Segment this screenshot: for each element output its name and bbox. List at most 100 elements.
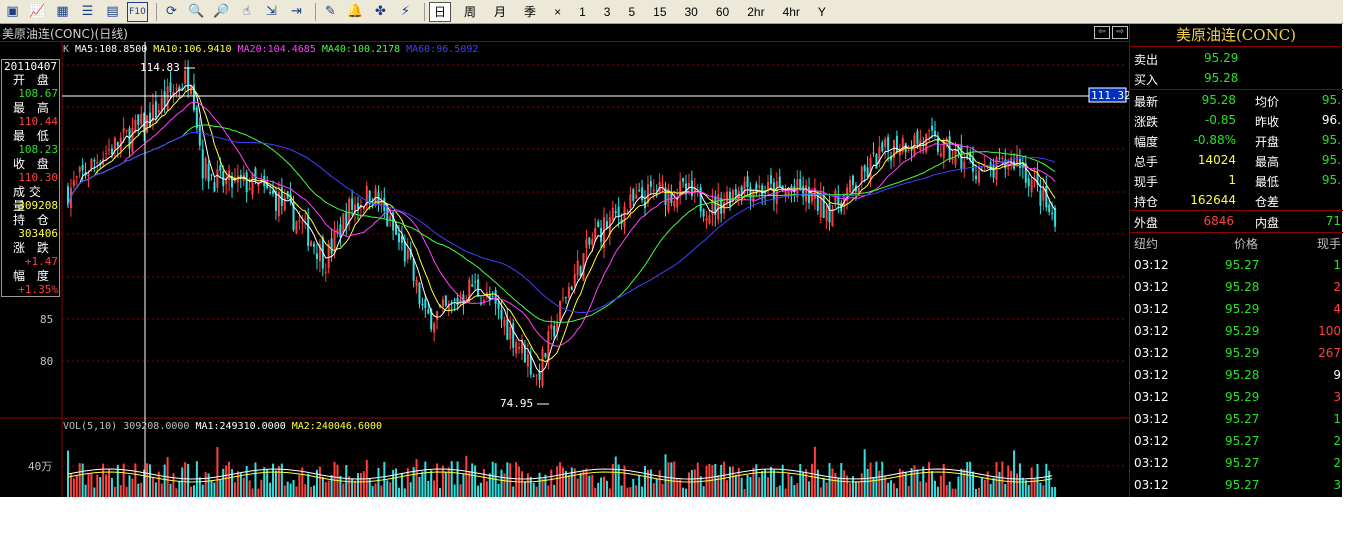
trade-volume: 2 [1333,280,1341,294]
candle-body [146,115,149,133]
volume-bar [963,469,966,497]
volume-bar [471,463,474,497]
period-8[interactable]: 15 [648,2,671,22]
trade-row: 03:12 95.29 100 [1130,320,1343,342]
period-6[interactable]: 3 [599,2,616,22]
zoom-in-icon[interactable]: 🔍 [186,2,207,22]
kline-chart-panel[interactable]: 111.32 85 80 40万 114.83 74.95 美原油连(CONC)(日线) … [0,24,1129,497]
volume-bar [966,462,969,497]
volume-bar [479,482,482,497]
candle-body [113,137,116,150]
volume-bar [128,475,131,497]
period-4[interactable]: × [549,2,566,22]
volume-bar [330,475,333,497]
grid-chart-icon[interactable]: ▦ [52,2,73,22]
candle-body [427,309,430,314]
volume-bar [992,477,995,497]
period-3[interactable]: 季 [519,2,541,22]
volume-bar [939,475,942,497]
candle-body [907,150,910,152]
volume-bar [207,473,210,497]
info-label: 收 盘 [13,157,53,171]
volume-bar [427,480,430,497]
period-1[interactable]: 周 [459,2,481,22]
volume-bar [149,464,152,497]
indicator-icon[interactable]: ✤ [370,2,391,22]
candle-body [116,142,119,146]
alert-bell-icon[interactable]: 🔔 [345,2,366,22]
candle-body [333,230,336,250]
period-2[interactable]: 月 [489,2,511,22]
period-0[interactable]: 日 [429,1,452,22]
volume-bar [137,483,140,497]
volume-bar [945,485,948,497]
zoom-out-icon[interactable]: 🔎 [211,2,232,22]
line-chart-icon[interactable]: 📈 [27,2,48,22]
volume-bar [887,482,890,497]
volume-bar [1024,480,1027,497]
candle-body [184,70,187,84]
period-7[interactable]: 5 [623,2,640,22]
period-11[interactable]: 2hr [742,2,769,22]
volume-bar [632,478,635,497]
trade-price: 95.29 [1225,390,1260,404]
table-icon[interactable]: ▤ [102,2,123,22]
volume-bar [444,471,447,497]
volume-bar [307,473,310,497]
volume-bar [242,477,245,497]
next-arrow-icon[interactable]: ⇨ [1112,26,1128,39]
export-icon[interactable]: ⇲ [261,2,282,22]
import-icon[interactable]: ⇥ [286,2,307,22]
volume-bar [371,486,374,497]
info-value: 309208 [18,199,58,212]
candle-body [500,309,503,320]
quote-panel: 美原油连(CONC) 卖出 95.29 买入 95.28 最新 95.28 均价 95… [1129,24,1343,497]
refresh-icon[interactable]: ⟳ [161,2,182,22]
period-10[interactable]: 60 [711,2,734,22]
flash-icon[interactable]: ⚡ [395,2,416,22]
candle-body [632,189,635,201]
period-12[interactable]: 4hr [778,2,805,22]
chart-window-icon[interactable]: ▣ [2,2,23,22]
volume-bar [386,480,389,497]
candle-body [998,157,1001,159]
buy-row: 买入 95.28 [1130,68,1343,88]
volume-bar [178,480,181,497]
pointer-icon[interactable]: ☝ [236,2,257,22]
volume-bar [808,481,811,497]
volume-bar [415,459,418,497]
period-5[interactable]: 1 [574,2,591,22]
candle-body [649,181,652,187]
candle-body [623,206,626,228]
volume-bar [96,474,99,497]
quote-value: 162644 [1190,193,1236,207]
draw-pen-icon[interactable]: ✎ [320,2,341,22]
prev-arrow-icon[interactable]: ⇦ [1094,26,1110,39]
volume-bar [125,486,128,497]
candle-body [204,157,207,179]
trade-row: 03:12 95.27 2 [1130,430,1343,452]
period-13[interactable]: Y [813,2,831,22]
candle-body [787,190,790,195]
f10-icon[interactable]: F10 [127,1,148,22]
period-9[interactable]: 30 [680,2,703,22]
volume-bar [532,482,535,497]
volume-bar [726,480,729,497]
volume-bar [594,487,597,497]
volume-bar [936,486,939,497]
volume-bar [764,469,767,497]
volume-bar [699,476,702,497]
list-icon[interactable]: ☰ [77,2,98,22]
volume-bar [837,477,840,497]
trade-price: 95.28 [1225,368,1260,382]
volume-bar [269,482,272,497]
volume-bar [175,488,178,497]
volume-bar [110,478,113,497]
volume-bar [192,485,195,497]
candle-body [562,297,564,299]
trade-row: 03:12 95.27 1 [1130,408,1343,430]
candle-body [339,224,342,238]
quote-label: 现手 [1134,175,1159,189]
candle-body [614,211,617,214]
volume-bar [655,478,658,497]
